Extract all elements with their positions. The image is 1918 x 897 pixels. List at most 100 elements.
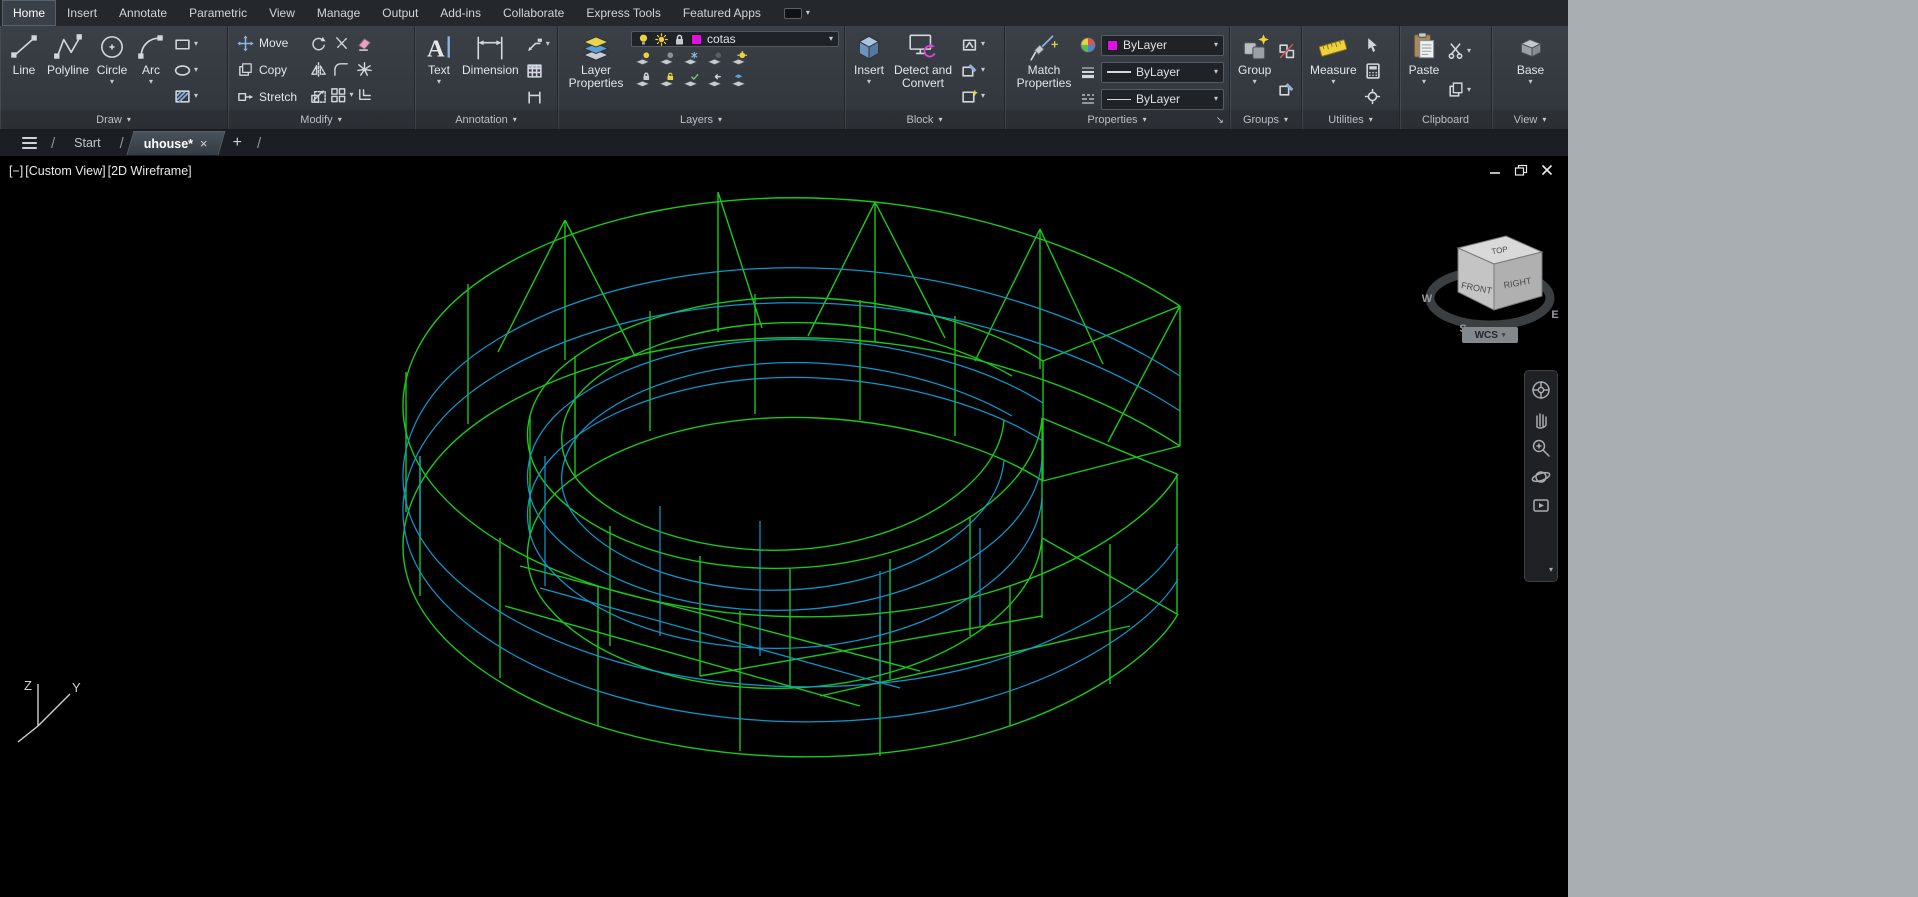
ribbon-tab-home[interactable]: Home [2, 0, 56, 26]
table-button[interactable] [524, 61, 552, 80]
wcs-dropdown[interactable]: WCS ▾ [1462, 327, 1518, 343]
color-dropdown[interactable]: ByLayer ▾ [1101, 35, 1224, 56]
viewport-visual-style-control[interactable]: [2D Wireframe] [107, 164, 193, 178]
dimension-button[interactable]: Dimension [460, 30, 521, 78]
ribbon-tab-manage[interactable]: Manage [306, 0, 371, 26]
viewport-close-button[interactable] [1540, 164, 1554, 176]
layer-properties-button[interactable]: Layer Properties [564, 30, 628, 92]
panel-title-annotation[interactable]: Annotation ▾ [415, 110, 557, 129]
navigation-wheel-button[interactable] [1529, 378, 1553, 402]
panel-title-clipboard[interactable]: Clipboard [1400, 110, 1491, 129]
layer-unlock-button[interactable] [658, 72, 675, 89]
panel-title-view[interactable]: View ▾ [1492, 110, 1568, 129]
panel-title-utilities[interactable]: Utilities ▾ [1302, 110, 1399, 129]
layer-walk-button[interactable] [730, 72, 747, 89]
tab-start[interactable]: Start [61, 132, 113, 154]
layer-isolate-button[interactable] [634, 51, 651, 68]
ucs-icon[interactable]: Z Y [8, 656, 98, 748]
copy-button[interactable]: Copy [234, 59, 300, 80]
rotate-button[interactable] [308, 34, 329, 53]
compass-east-label[interactable]: E [1551, 309, 1558, 321]
copy-clip-button[interactable]: ▾ [1445, 80, 1473, 99]
ribbon-tab-annotate[interactable]: Annotate [108, 0, 178, 26]
panel-title-draw[interactable]: Draw ▾ [0, 110, 227, 129]
pan-button[interactable] [1529, 407, 1553, 431]
dimension-style-button[interactable] [524, 87, 552, 106]
ribbon-tab-featured-apps[interactable]: Featured Apps [672, 0, 772, 26]
fillet-button[interactable] [331, 60, 352, 79]
mirror-button[interactable] [308, 60, 329, 79]
array-button[interactable]: ▾ [328, 86, 356, 105]
orbit-button[interactable] [1529, 465, 1553, 489]
move-button[interactable]: Move [234, 33, 300, 54]
trim-button[interactable] [331, 34, 352, 53]
group-button[interactable]: Group ▾ [1236, 30, 1273, 87]
ribbon-tab-addins[interactable]: Add-ins [429, 0, 492, 26]
navbar-more-icon[interactable]: ▾ [1549, 565, 1557, 574]
zoom-button[interactable] [1529, 436, 1553, 460]
edit-attributes-button[interactable]: ▾ [959, 61, 987, 80]
quick-select-button[interactable] [1362, 35, 1383, 54]
text-button[interactable]: A Text ▾ [421, 30, 457, 87]
drawing-viewport[interactable]: [−] [Custom View] [2D Wireframe] W S E T… [0, 156, 1568, 897]
layer-dropdown[interactable]: cotas ▾ [631, 31, 839, 47]
stretch-button[interactable]: Stretch [234, 86, 300, 107]
match-properties-button[interactable]: Match Properties [1011, 30, 1077, 92]
viewport-minimize-button[interactable] [1488, 164, 1502, 176]
viewport-menu-control[interactable]: [−] [8, 164, 24, 178]
panel-title-modify[interactable]: Modify ▾ [228, 110, 414, 129]
layer-previous-button[interactable] [706, 72, 723, 89]
quick-calculator-button[interactable] [1362, 61, 1383, 80]
define-attributes-button[interactable]: ▾ [959, 35, 987, 54]
panel-title-groups[interactable]: Groups ▾ [1230, 110, 1301, 129]
menu-button[interactable] [14, 131, 45, 155]
viewport-view-control[interactable]: [Custom View] [24, 164, 106, 178]
cut-button[interactable]: ▾ [1445, 41, 1473, 60]
ribbon-tab-output[interactable]: Output [371, 0, 429, 26]
polyline-button[interactable]: Polyline [45, 30, 91, 78]
ribbon-tab-insert[interactable]: Insert [56, 0, 108, 26]
ribbon-tab-view[interactable]: View [258, 0, 306, 26]
erase-button[interactable] [354, 34, 375, 53]
offset-button[interactable] [354, 86, 375, 105]
arc-button[interactable]: Arc ▾ [133, 30, 169, 87]
ribbon-tab-collaborate[interactable]: Collaborate [492, 0, 575, 26]
id-point-button[interactable] [1362, 87, 1383, 106]
tab-uhouse[interactable]: uhouse* × [126, 131, 225, 155]
show-motion-button[interactable] [1529, 494, 1553, 518]
rectangle-button[interactable]: ▾ [172, 35, 200, 54]
close-tab-icon[interactable]: × [200, 136, 208, 151]
explode-button[interactable] [354, 60, 375, 79]
group-edit-button[interactable] [1276, 80, 1297, 99]
layer-lock-button[interactable] [634, 72, 651, 89]
leader-button[interactable]: ▾ [524, 35, 552, 54]
panel-title-block[interactable]: Block ▾ [845, 110, 1004, 129]
ellipse-button[interactable]: ▾ [172, 61, 200, 80]
ribbon-tab-parametric[interactable]: Parametric [178, 0, 258, 26]
base-button[interactable]: Base ▾ [1513, 30, 1549, 87]
linetype-dropdown[interactable]: ByLayer ▾ [1101, 89, 1224, 110]
panel-title-layers[interactable]: Layers ▾ [558, 110, 844, 129]
scale-button[interactable] [308, 86, 329, 105]
layer-on-button[interactable] [730, 51, 747, 68]
paste-button[interactable]: Paste ▾ [1406, 30, 1442, 87]
viewport-restore-button[interactable] [1514, 164, 1528, 176]
compass-west-label[interactable]: W [1422, 293, 1433, 305]
ribbon-display-options-button[interactable]: ▾ [784, 0, 810, 26]
layer-match-button[interactable] [682, 72, 699, 89]
hatch-button[interactable]: ▾ [172, 87, 200, 106]
insert-button[interactable]: Insert ▾ [851, 30, 887, 87]
measure-button[interactable]: Measure ▾ [1308, 30, 1359, 87]
new-tab-button[interactable]: + [224, 134, 251, 152]
panel-title-properties[interactable]: Properties ▾ ↘ [1005, 110, 1229, 129]
layer-freeze-button[interactable] [682, 51, 699, 68]
layer-off-button[interactable] [706, 51, 723, 68]
ribbon-tab-express-tools[interactable]: Express Tools [575, 0, 671, 26]
circle-button[interactable]: Circle ▾ [94, 30, 130, 87]
ungroup-button[interactable] [1276, 41, 1297, 60]
line-button[interactable]: Line [6, 30, 42, 78]
lineweight-dropdown[interactable]: ByLayer ▾ [1101, 62, 1224, 83]
layer-unisolate-button[interactable] [658, 51, 675, 68]
block-editor-button[interactable]: ▾ [959, 87, 987, 106]
properties-dialog-launcher[interactable]: ↘ [1216, 115, 1224, 126]
